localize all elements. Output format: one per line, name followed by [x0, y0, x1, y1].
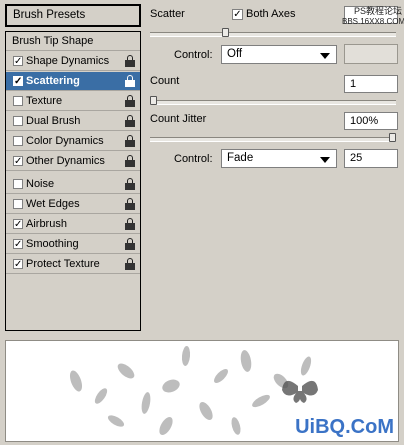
count-jitter-label: Count Jitter	[150, 113, 207, 125]
scattering-checkbox[interactable]: ✓	[13, 76, 23, 87]
control-dropdown-value: Off	[227, 48, 243, 60]
smoothing-checkbox[interactable]: ✓	[13, 239, 23, 250]
other-dynamics-checkbox[interactable]: ✓	[13, 156, 23, 167]
control-label: Control:	[174, 153, 213, 165]
texture-checkbox[interactable]	[13, 96, 23, 106]
list-item-label: Noise	[26, 178, 55, 190]
list-item-label: Smoothing	[26, 238, 79, 250]
protect-texture-checkbox[interactable]: ✓	[13, 259, 23, 270]
lock-icon[interactable]	[125, 218, 135, 230]
list-item-label: Wet Edges	[26, 198, 80, 210]
chevron-down-icon	[320, 53, 330, 59]
chevron-down-icon	[320, 157, 330, 163]
list-item-label: Scattering	[26, 75, 80, 87]
list-item-smoothing[interactable]: ✓ Smoothing	[6, 235, 140, 254]
airbrush-checkbox[interactable]: ✓	[13, 219, 23, 230]
lock-icon[interactable]	[125, 258, 135, 270]
list-item-shape-dynamics[interactable]: ✓ Shape Dynamics	[6, 52, 140, 71]
scattering-settings-panel: Scatter ✓ Both Axes PS教程论坛 BBS.16XX8.COM…	[148, 4, 404, 331]
lock-icon[interactable]	[125, 135, 135, 147]
lock-icon[interactable]	[125, 178, 135, 190]
list-item-label: Dual Brush	[26, 115, 81, 127]
butterfly-icon	[282, 380, 318, 403]
count-jitter-value-field[interactable]: 100%	[344, 112, 398, 130]
list-item-dual-brush[interactable]: Dual Brush	[6, 112, 140, 131]
list-item-wet-edges[interactable]: Wet Edges	[6, 195, 140, 214]
list-item-other-dynamics[interactable]: ✓ Other Dynamics	[6, 152, 140, 171]
control-value-field-disabled	[344, 44, 398, 64]
lock-icon[interactable]	[125, 238, 135, 250]
brush-tip-shape-item[interactable]: Brush Tip Shape	[6, 32, 140, 51]
lock-icon[interactable]	[125, 95, 135, 107]
count-jitter-slider-track[interactable]	[150, 137, 396, 142]
count-slider-thumb[interactable]	[150, 96, 157, 105]
brush-stroke-preview: UiBQ.CoM	[5, 340, 399, 442]
list-item-label: Color Dynamics	[26, 135, 104, 147]
list-item-texture[interactable]: Texture	[6, 92, 140, 111]
list-item-color-dynamics[interactable]: Color Dynamics	[6, 132, 140, 151]
list-item-label: Texture	[26, 95, 63, 107]
control-label: Control:	[174, 49, 213, 61]
control-dropdown-fade[interactable]: Fade	[221, 149, 337, 168]
list-item-label: Shape Dynamics	[26, 55, 110, 67]
list-item-protect-texture[interactable]: ✓ Protect Texture	[6, 255, 140, 274]
control-dropdown[interactable]: Off	[221, 45, 337, 64]
count-label: Count	[150, 75, 180, 87]
scatter-slider-thumb[interactable]	[221, 28, 229, 37]
both-axes-checkbox[interactable]: ✓	[232, 9, 243, 20]
scatter-label: Scatter	[150, 8, 185, 20]
lock-icon[interactable]	[125, 155, 135, 167]
lock-icon[interactable]	[125, 198, 135, 210]
list-item-scattering[interactable]: ✓ Scattering	[6, 72, 140, 91]
both-axes-label: Both Axes	[246, 8, 296, 20]
list-item-airbrush[interactable]: ✓ Airbrush	[6, 215, 140, 234]
fade-steps-field[interactable]: 25	[344, 149, 398, 168]
dual-brush-checkbox[interactable]	[13, 116, 23, 126]
count-slider-track[interactable]	[150, 100, 396, 105]
list-item-label: Airbrush	[26, 218, 67, 230]
color-dynamics-checkbox[interactable]	[13, 136, 23, 146]
brush-options-list: Brush Tip Shape ✓ Shape Dynamics ✓ Scatt…	[5, 31, 141, 331]
scatter-slider-track[interactable]	[150, 32, 396, 37]
list-item-label: Protect Texture	[26, 258, 100, 270]
lock-icon[interactable]	[125, 115, 135, 127]
shape-dynamics-checkbox[interactable]: ✓	[13, 56, 23, 67]
control-dropdown-value: Fade	[227, 152, 254, 164]
watermark-bottom: UiBQ.CoM	[295, 416, 394, 438]
lock-icon[interactable]	[125, 55, 135, 67]
noise-checkbox[interactable]	[13, 179, 23, 189]
watermark-top: PS教程论坛 BBS.16XX8.COM	[342, 6, 404, 26]
count-value-field[interactable]: 1	[344, 75, 398, 93]
lock-icon[interactable]	[125, 75, 135, 87]
brush-presets-tab[interactable]: Brush Presets	[5, 4, 141, 27]
list-item-noise[interactable]: Noise	[6, 175, 140, 194]
brush-options-list-panel: Brush Presets Brush Tip Shape ✓ Shape Dy…	[5, 4, 141, 331]
count-jitter-slider-thumb[interactable]	[389, 133, 396, 142]
list-item-label: Other Dynamics	[26, 155, 105, 167]
wet-edges-checkbox[interactable]	[13, 199, 23, 209]
